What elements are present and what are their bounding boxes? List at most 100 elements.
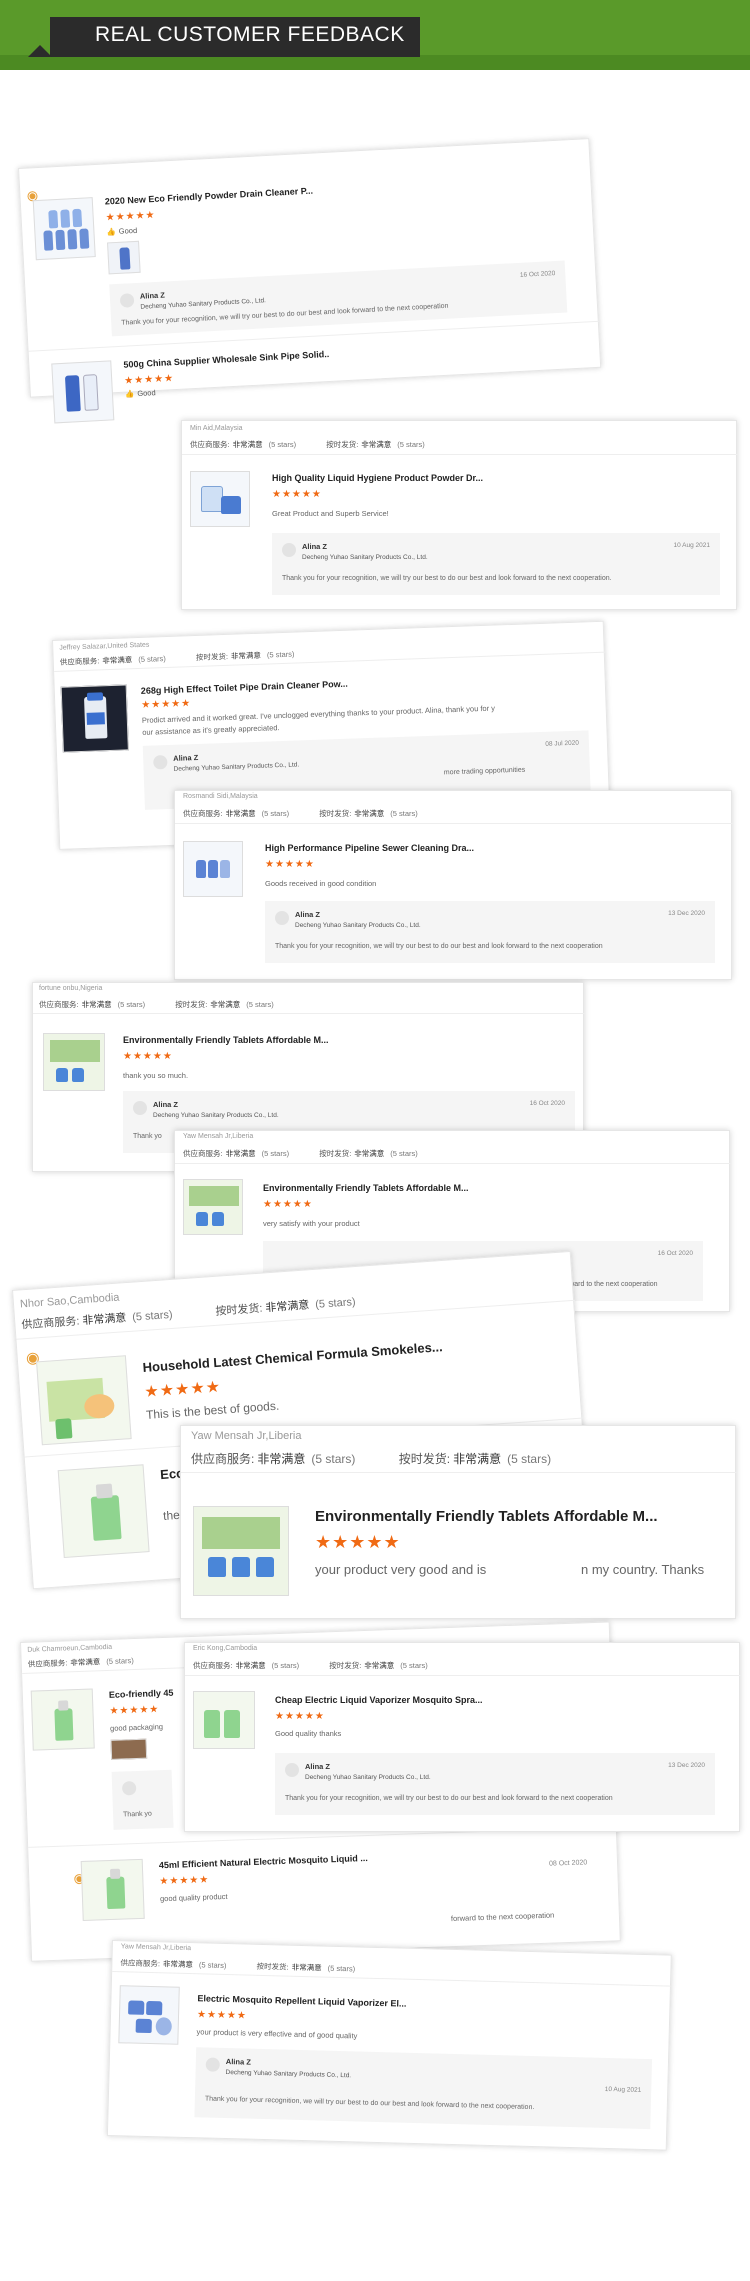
reply-date: 13 Dec 2020 — [668, 910, 705, 917]
product-title[interactable]: Eco-friendly 45 — [109, 1688, 174, 1700]
seller-reply: Alina Z Decheng Yuhao Sanitary Products … — [109, 260, 568, 337]
seller-name: Alina Z — [153, 1100, 179, 1109]
review-photo[interactable] — [110, 1738, 148, 1760]
product-title[interactable]: 500g China Supplier Wholesale Sink Pipe … — [123, 349, 329, 370]
review-text: very satisfy with your product — [263, 1219, 360, 1228]
product-title[interactable]: 2020 New Eco Friendly Powder Drain Clean… — [105, 186, 314, 207]
rating-summary: 供应商服务: 非常满意 (5 stars) — [27, 1656, 134, 1669]
rating-stars: ★★★★★ — [105, 209, 156, 224]
review-text: thank you so much. — [123, 1071, 189, 1080]
product-title[interactable]: Environmentally Friendly Tablets Afforda… — [315, 1508, 658, 1525]
product-title[interactable]: 268g High Effect Toilet Pipe Drain Clean… — [141, 679, 348, 696]
reviewer-name: Yaw Mensah Jr,Liberia — [120, 1943, 192, 1953]
reply-date: 10 Aug 2021 — [673, 542, 710, 549]
divider — [182, 454, 738, 455]
product-thumbnail[interactable] — [60, 684, 129, 753]
review-photo[interactable] — [107, 240, 141, 275]
divider — [181, 1472, 737, 1473]
reviewer-name: Jeffrey Salazar,United States — [59, 641, 150, 652]
seller-company: Decheng Yuhao Sanitary Products Co., Ltd… — [153, 1112, 279, 1119]
reviewer-name: Yaw Mensah Jr,Liberia — [183, 1133, 254, 1140]
product-title[interactable]: High Quality Liquid Hygiene Product Powd… — [272, 473, 483, 483]
seller-avatar — [282, 543, 296, 557]
reply-message: more trading opportunities — [443, 766, 526, 777]
reply-date: 16 Oct 2020 — [519, 270, 556, 279]
divider — [175, 823, 733, 824]
review-text: Great Product and Superb Service! — [272, 509, 389, 518]
seller-name: Alina Z — [305, 1762, 331, 1771]
seller-company: Decheng Yuhao Sanitary Products Co., Ltd… — [225, 2069, 352, 2080]
reply-message: forward to the next cooperation — [450, 1910, 555, 1924]
seller-reply: Alina Z Decheng Yuhao Sanitary Products … — [265, 901, 715, 963]
rating-summary: 供应商服务: 非常满意 (5 stars) 按时发货: 非常满意 (5 stars) — [193, 1661, 428, 1670]
product-title[interactable]: High Performance Pipeline Sewer Cleaning… — [265, 843, 474, 853]
rating-stars: ★★★★★ — [265, 859, 315, 870]
product-title[interactable]: Environmentally Friendly Tablets Afforda… — [263, 1183, 469, 1193]
review-text: good packaging — [109, 1722, 164, 1733]
reviewer-name: Min Aid,Malaysia — [190, 425, 243, 432]
review-text: the — [162, 1507, 181, 1523]
seller-avatar — [275, 911, 289, 925]
product-title[interactable]: Environmentally Friendly Tablets Afforda… — [123, 1035, 329, 1045]
product-thumbnail[interactable] — [183, 841, 243, 897]
rating-stars: ★★★★★ — [159, 1874, 210, 1888]
rating-summary: 供应商服务: 非常满意 (5 stars) 按时发货: 非常满意 (5 stars) — [191, 1452, 552, 1466]
product-thumbnail[interactable] — [190, 471, 250, 527]
product-thumbnail[interactable] — [36, 1355, 132, 1446]
product-thumbnail[interactable] — [118, 1985, 180, 2045]
reviewer-name: Duk Chamroeun,Cambodia — [27, 1643, 113, 1654]
rating-stars: ★★★★★ — [272, 489, 322, 500]
rating-summary: 供应商服务: 非常满意 (5 stars) 按时发货: 非常满意 (5 stars) — [183, 809, 418, 818]
product-title[interactable]: Cheap Electric Liquid Vaporizer Mosquito… — [275, 1695, 483, 1705]
product-thumbnail[interactable] — [43, 1033, 105, 1091]
product-title[interactable]: Electric Mosquito Repellent Liquid Vapor… — [197, 1993, 406, 2008]
seller-name: Alina Z — [302, 542, 328, 551]
header-banner: REAL CUSTOMER FEEDBACK — [0, 0, 750, 70]
product-thumbnail[interactable] — [193, 1506, 289, 1596]
rating-stars: ★★★★★ — [315, 1532, 401, 1552]
product-thumbnail[interactable] — [32, 197, 96, 261]
reply-message: Thank yo — [133, 1133, 162, 1140]
product-thumbnail[interactable] — [30, 1688, 95, 1751]
reviewer-name: Eric Kong,Cambodia — [193, 1645, 258, 1652]
seller-company: Decheng Yuhao Sanitary Products Co., Ltd… — [295, 922, 421, 929]
seller-company: Decheng Yuhao Sanitary Products Co., Ltd… — [302, 554, 428, 561]
reply-date: 16 Oct 2020 — [529, 1100, 565, 1107]
reply-date: 16 Oct 2020 — [657, 1250, 693, 1257]
review-text: Goods received in good condition — [265, 879, 377, 888]
reply-date: 13 Dec 2020 — [668, 1762, 705, 1769]
seller-avatar — [205, 2057, 220, 2072]
rating-summary: 供应商服务: 非常满意 (5 stars) 按时发货: 非常满意 (5 stars) — [39, 1000, 274, 1009]
divider — [175, 1163, 731, 1164]
rating-summary: 供应商服务: 非常满意 (5 stars) 按时发货: 非常满意 (5 stars) — [59, 649, 295, 667]
rating-stars: ★★★★★ — [124, 373, 175, 387]
feedback-card: Eric Kong,Cambodia 供应商服务: 非常满意 (5 stars) 按… — [184, 1642, 741, 1832]
thumbs-up-icon: 👍 — [106, 226, 117, 237]
seller-reply: Alina Z Decheng Yuhao Sanitary Products … — [272, 533, 720, 595]
reply-date: 08 Jul 2020 — [545, 739, 580, 748]
product-thumbnail[interactable] — [80, 1858, 145, 1921]
seller-avatar — [133, 1101, 147, 1115]
divider — [33, 1013, 585, 1014]
reply-message: Thank you for your recognition, we will … — [204, 2095, 535, 2112]
rating-stars: ★★★★★ — [263, 1199, 313, 1210]
product-thumbnail[interactable] — [57, 1464, 150, 1559]
rating-summary: 供应商服务: 非常满意 (5 stars) 按时发货: 非常满意 (5 stars) — [183, 1149, 418, 1158]
seller-company: Decheng Yuhao Sanitary Products Co., Ltd… — [305, 1774, 431, 1781]
reviewer-name: Nhor Sao,Cambodia — [19, 1291, 120, 1311]
product-thumbnail[interactable] — [51, 360, 115, 424]
review-text: Prodict arrived and it worked great. I'v… — [141, 703, 496, 725]
review-text: This is the best of goods. — [145, 1398, 280, 1422]
product-thumbnail[interactable] — [183, 1179, 243, 1235]
product-title[interactable]: Household Latest Chemical Formula Smokel… — [142, 1339, 443, 1375]
banner-stripe — [0, 55, 750, 70]
product-thumbnail[interactable] — [193, 1691, 255, 1749]
seller-avatar — [119, 293, 135, 308]
rating-stars: ★★★★★ — [123, 1051, 173, 1062]
reply-message: Thank you for your recognition, we will … — [285, 1795, 613, 1802]
rating-stars: ★★★★★ — [196, 2009, 248, 2022]
review-text: n my country. Thanks — [581, 1562, 705, 1577]
reviewer-name: Yaw Mensah Jr,Liberia — [191, 1430, 302, 1442]
reply-date: 10 Aug 2021 — [604, 2085, 642, 2094]
product-title[interactable]: 45ml Efficient Natural Electric Mosquito… — [159, 1853, 368, 1870]
